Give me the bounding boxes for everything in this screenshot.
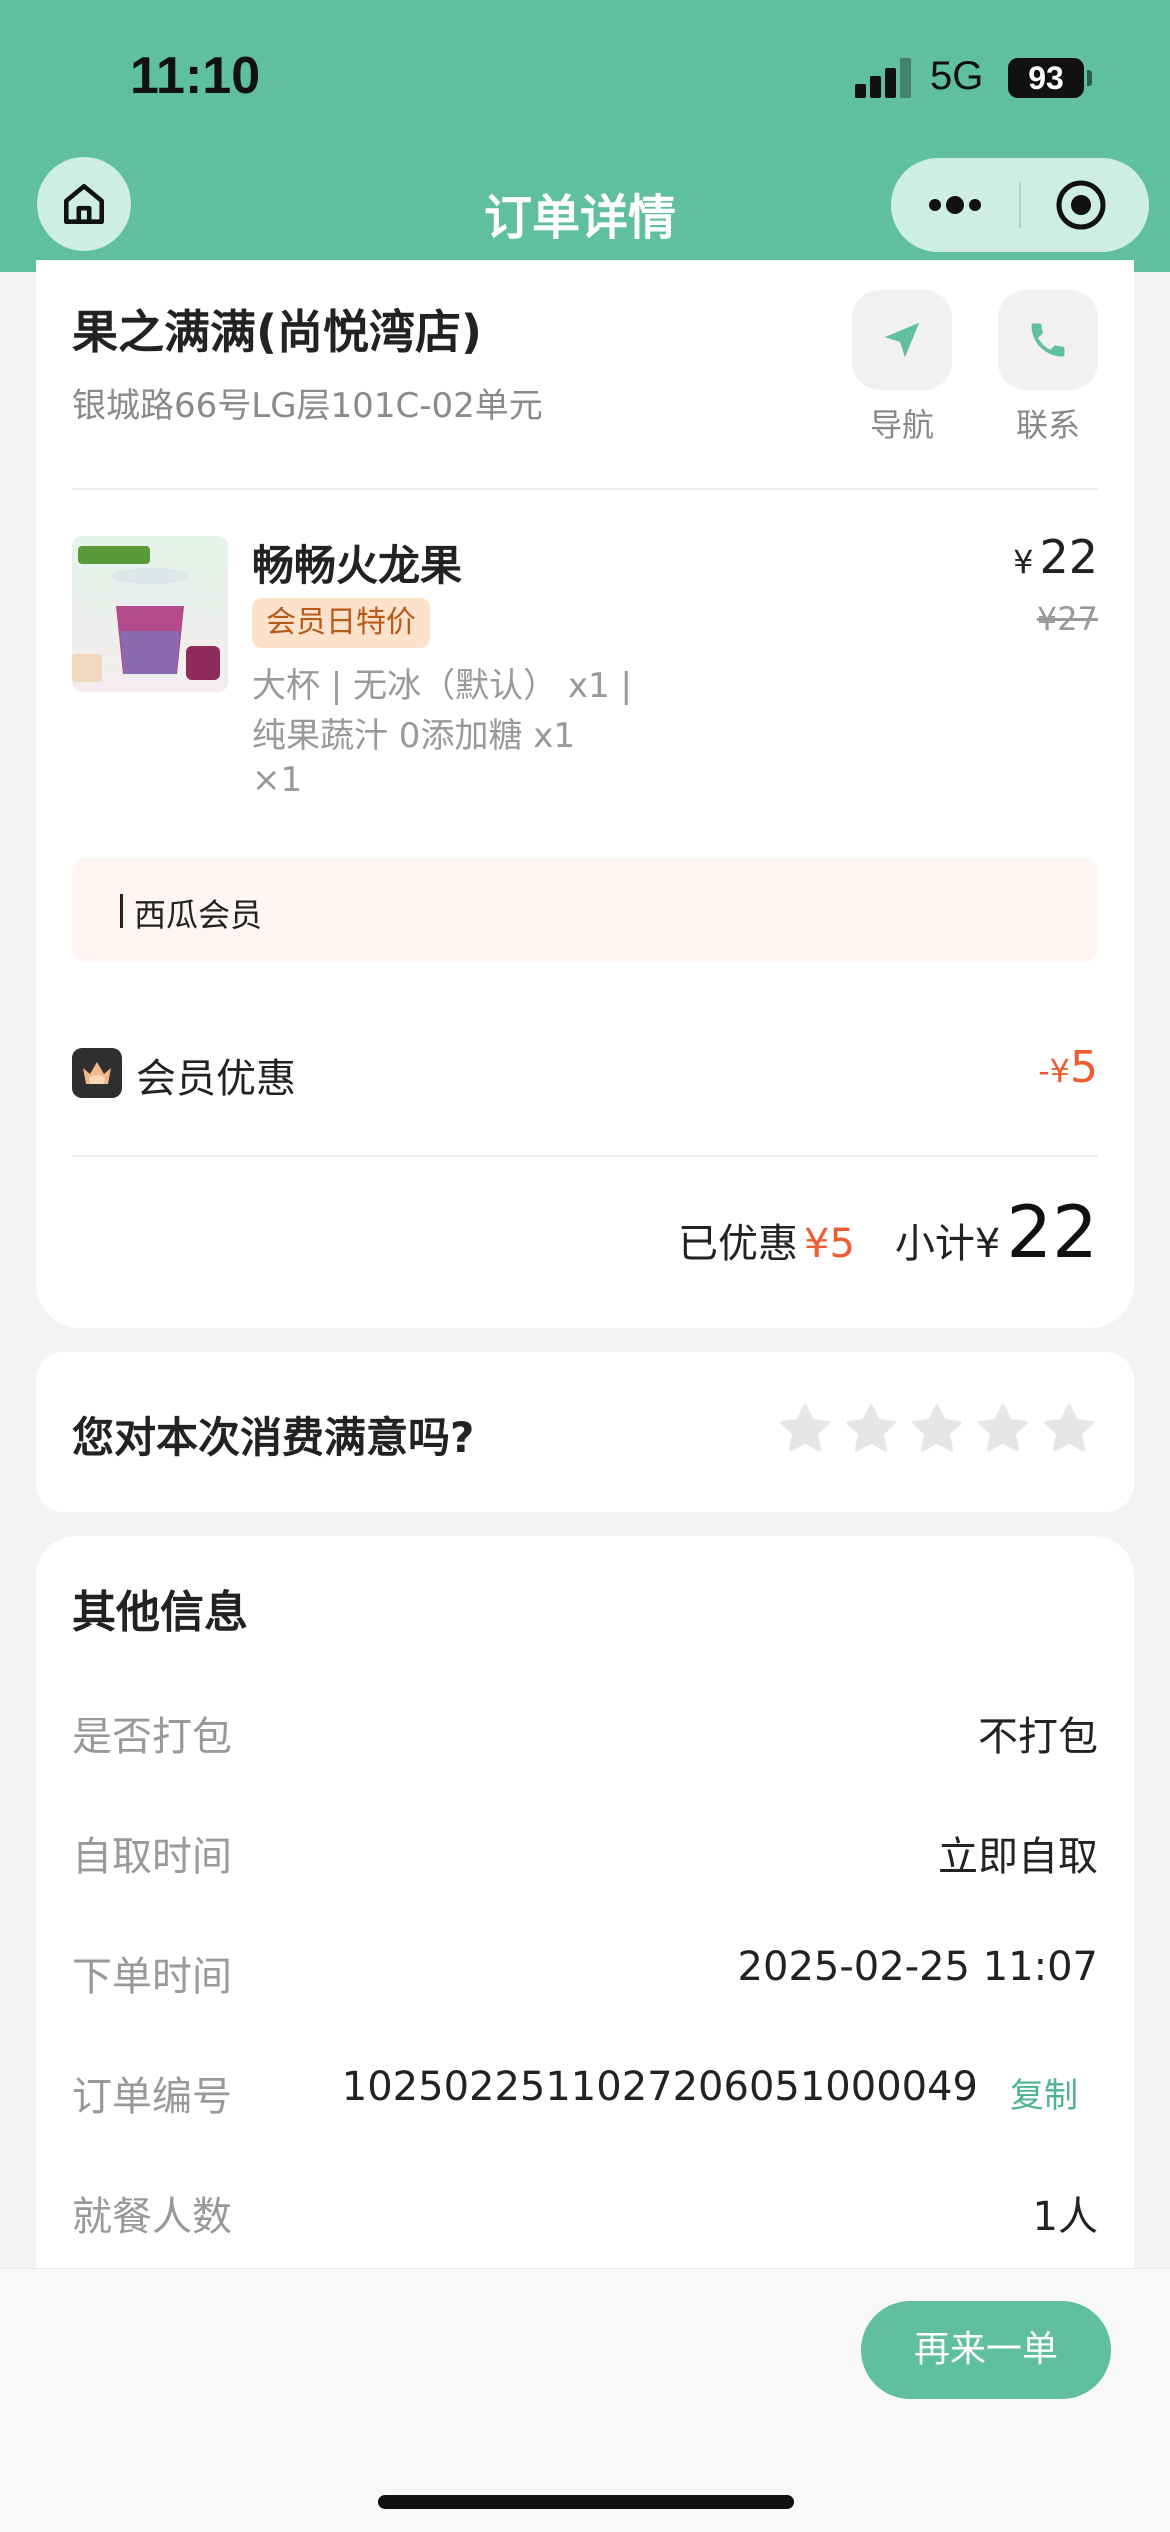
info-label: 订单编号 [72, 2074, 232, 2120]
navigate-label: 导航 [869, 406, 934, 444]
order-card: 果之满满(尚悦湾店) 银城路66号LG层101C-02单元 导航 联系 畅畅火龙… [36, 260, 1134, 1328]
product-spec: 纯果蔬汁 0添加糖 x1 [252, 716, 575, 756]
close-mini-program-icon[interactable] [1054, 178, 1108, 232]
info-row-order-number: 订单编号 1025022511027206051000049 复制 [72, 2064, 1098, 2124]
contact-label: 联系 [1015, 406, 1080, 444]
price-currency: ¥ [1013, 543, 1034, 581]
info-value: 2025-02-25 11:07 [737, 1944, 1098, 1990]
saved-amount: ¥5 [804, 1221, 855, 1267]
cellular-signal-icon [855, 58, 915, 98]
contact-button[interactable] [998, 290, 1098, 390]
info-row-pickup-time: 自取时间 立即自取 [72, 1824, 1098, 1884]
star-icon[interactable] [842, 1400, 900, 1458]
order-number: 1025022511027206051000049 [341, 2064, 978, 2110]
info-row-diners: 就餐人数 1人 [72, 2184, 1098, 2244]
star-icon[interactable] [908, 1400, 966, 1458]
info-row-order-time: 下单时间 2025-02-25 11:07 [72, 1944, 1098, 2004]
divider [72, 1155, 1098, 1157]
product-spec: 大杯 | 无冰（默认） x1 | [252, 666, 632, 706]
subtotal-currency: ¥ [974, 1221, 1001, 1267]
info-label: 就餐人数 [72, 2194, 232, 2240]
star-icon[interactable] [776, 1400, 834, 1458]
info-value: 立即自取 [938, 1834, 1098, 1880]
discount-value: -¥5 [1038, 1042, 1098, 1093]
discount-label: 会员优惠 [136, 1056, 296, 1102]
phone-icon [1031, 323, 1065, 357]
star-icon[interactable] [974, 1400, 1032, 1458]
rating-card: 您对本次消费满意吗? [36, 1352, 1134, 1512]
crown-icon [72, 1048, 122, 1098]
bottom-bar: 再来一单 [0, 2268, 1170, 2532]
status-time: 11:10 [130, 47, 261, 105]
info-label: 下单时间 [72, 1954, 232, 2000]
reorder-button[interactable]: 再来一单 [861, 2301, 1111, 2399]
product-quantity: ×1 [252, 760, 303, 800]
rating-stars [776, 1400, 1098, 1458]
capsule-divider [1019, 182, 1021, 228]
product-price: ¥22 [1013, 530, 1098, 584]
star-icon[interactable] [1040, 1400, 1098, 1458]
rating-question: 您对本次消费满意吗? [72, 1413, 475, 1462]
promo-tag: 会员日特价 [252, 598, 430, 648]
network-label: 5G [930, 54, 984, 98]
subtotal-label: 小计 [894, 1221, 975, 1267]
battery-tip [1087, 70, 1092, 86]
info-label: 是否打包 [72, 1714, 232, 1760]
store-address: 银城路66号LG层101C-02单元 [72, 386, 543, 426]
battery-icon: 93 [1008, 58, 1084, 98]
subtotal-row: 已优惠 ¥5 小计 ¥ 22 [678, 1190, 1098, 1274]
store-name: 果之满满(尚悦湾店) [72, 305, 483, 359]
subtotal-amount: 22 [1006, 1190, 1098, 1274]
product-name: 畅畅火龙果 [252, 541, 463, 590]
divider [72, 488, 1098, 490]
copy-button[interactable]: 复制 [1010, 2068, 1078, 2117]
saved-label: 已优惠 [678, 1221, 799, 1267]
product-image [72, 536, 228, 692]
mini-program-capsule [891, 158, 1149, 252]
top-bar: 11:10 5G 93 订单详情 [0, 0, 1170, 272]
navigate-button[interactable] [852, 290, 952, 390]
discount-amount: 5 [1070, 1042, 1098, 1093]
home-indicator [378, 2495, 794, 2509]
info-value: 1人 [1032, 2194, 1098, 2240]
original-price: ¥27 [1036, 600, 1098, 638]
discount-symbol: -¥ [1038, 1052, 1070, 1090]
navigation-arrow-icon [884, 322, 920, 358]
price-value: 22 [1039, 530, 1098, 584]
member-box: 西瓜会员 [72, 858, 1098, 962]
info-value: 不打包 [978, 1714, 1098, 1760]
other-info-title: 其他信息 [72, 1587, 248, 1638]
info-label: 自取时间 [72, 1834, 232, 1880]
other-info-card: 其他信息 是否打包 不打包 自取时间 立即自取 下单时间 2025-02-25 … [36, 1536, 1134, 2276]
member-label: 西瓜会员 [134, 896, 263, 934]
member-bar [120, 894, 123, 928]
more-icon[interactable] [923, 178, 987, 232]
info-row-packing: 是否打包 不打包 [72, 1704, 1098, 1764]
